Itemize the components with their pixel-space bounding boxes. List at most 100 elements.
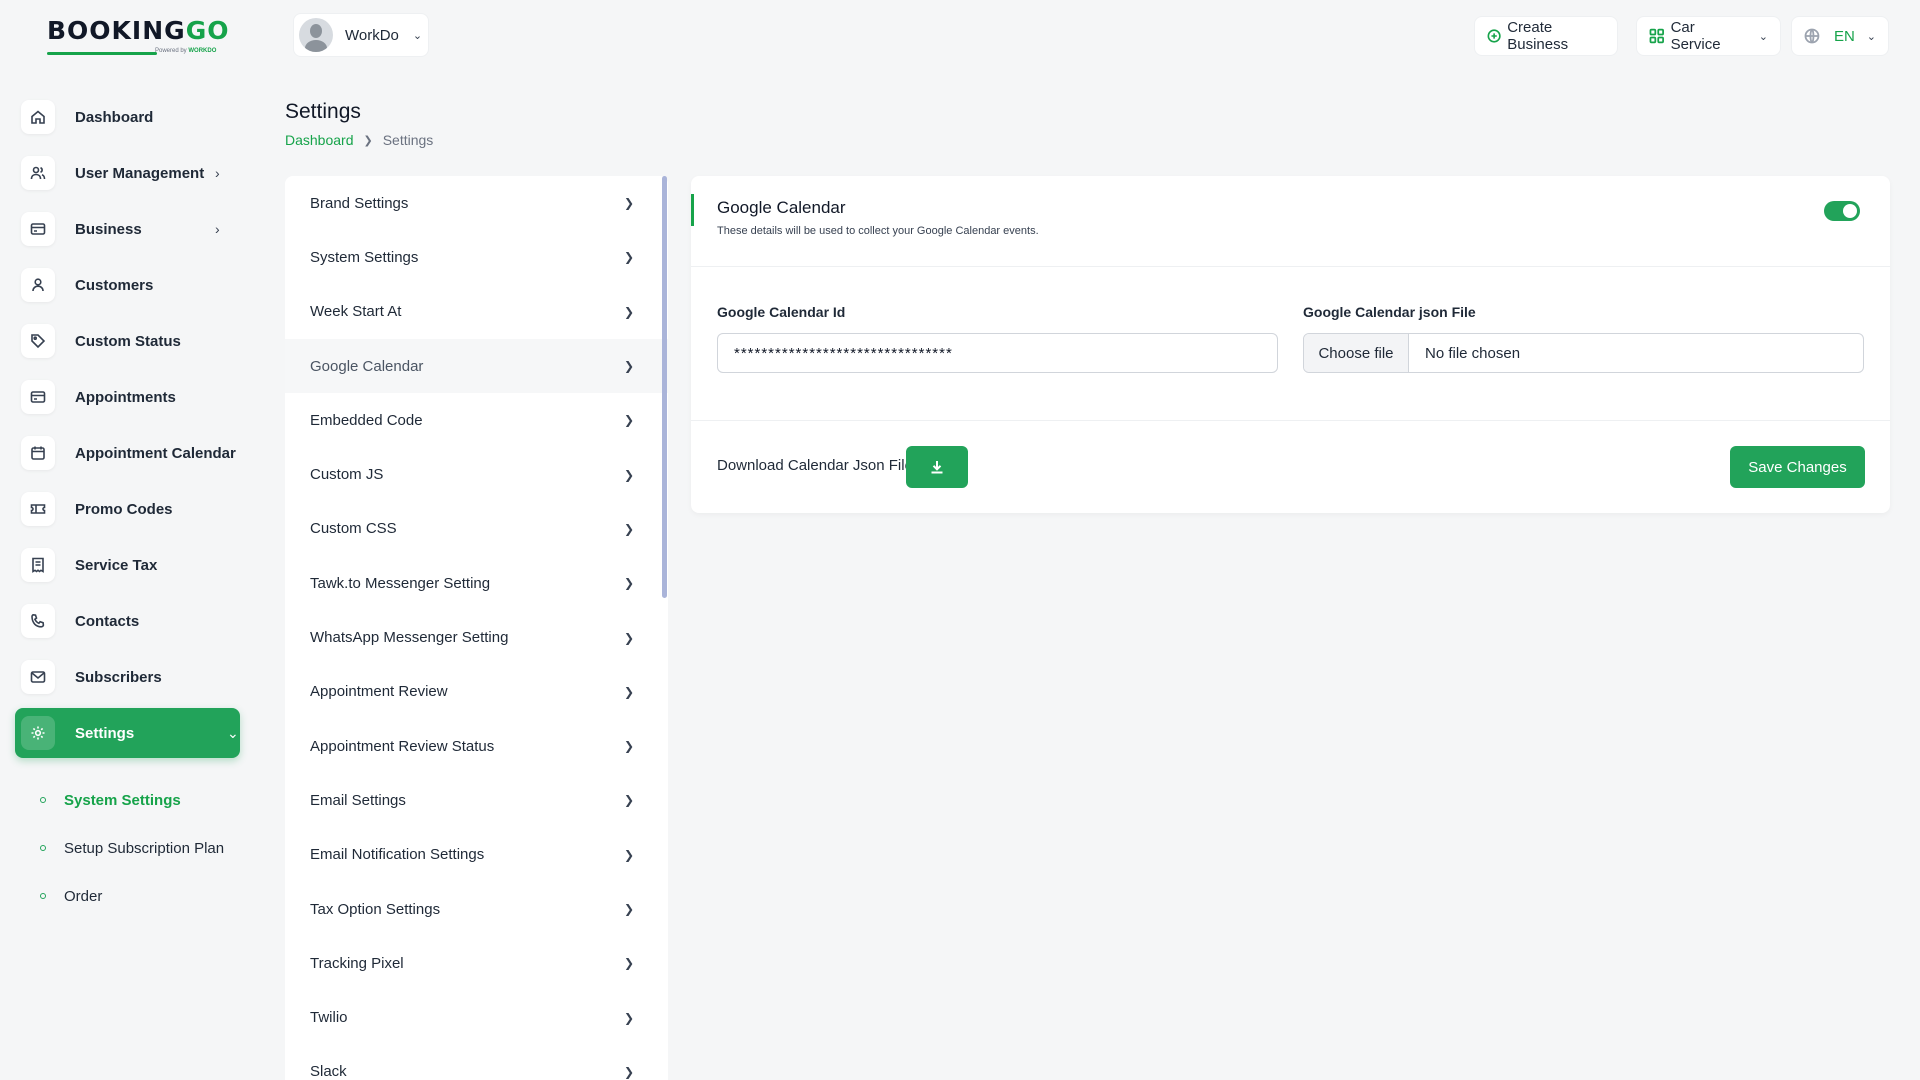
service-label: Car Service <box>1670 19 1721 53</box>
chevron-right-icon: ❯ <box>623 250 634 265</box>
brand-logo[interactable]: BOOKINGGO Powered by WORKDO <box>47 18 228 60</box>
bullet-icon <box>40 845 46 851</box>
sidebar-item-label: Customers <box>75 276 154 294</box>
calendar-json-file-input[interactable]: Choose file No file chosen <box>1303 333 1864 373</box>
sidebar-item-subscribers[interactable]: Subscribers <box>15 652 240 702</box>
sidebar-item-appointment-calendar[interactable]: Appointment Calendar <box>15 428 240 478</box>
sidebar-item-customers[interactable]: Customers <box>15 260 240 310</box>
sidebar-item-label: Custom Status <box>75 332 181 350</box>
chevron-right-icon: ❯ <box>623 576 634 591</box>
avatar <box>299 18 333 52</box>
chevron-right-icon: ❯ <box>623 793 634 808</box>
sidebar-item-label: Service Tax <box>75 556 158 574</box>
sidebar-item-label: Dashboard <box>75 108 154 126</box>
settings-menu-item-email-notification-settings[interactable]: Email Notification Settings ❯ <box>285 828 668 882</box>
breadcrumb-dashboard-link[interactable]: Dashboard <box>285 132 354 148</box>
settings-menu-item-slack[interactable]: Slack ❯ <box>285 1045 668 1080</box>
settings-menu-item-custom-js[interactable]: Custom JS ❯ <box>285 447 668 501</box>
subnav-item-setup-subscription-plan[interactable]: Setup Subscription Plan <box>38 824 224 872</box>
settings-menu-scrollbar[interactable] <box>662 176 667 598</box>
chevron-right-icon: ❯ <box>623 196 634 211</box>
sidebar-item-promo-codes[interactable]: Promo Codes <box>15 484 240 534</box>
logo-underline <box>47 52 157 55</box>
sidebar-item-settings[interactable]: Settings ⌄ <box>15 708 240 758</box>
settings-subnav: System Settings Setup Subscription Plan … <box>38 776 224 920</box>
chevron-right-icon: ❯ <box>623 630 634 645</box>
settings-menu-item-appointment-review[interactable]: Appointment Review ❯ <box>285 665 668 719</box>
settings-menu-item-week-start-at[interactable]: Week Start At ❯ <box>285 285 668 339</box>
receipt-icon <box>21 548 55 582</box>
chevron-down-icon: ⌄ <box>1758 30 1768 43</box>
settings-menu-item-custom-css[interactable]: Custom CSS ❯ <box>285 502 668 556</box>
calendar-id-input[interactable] <box>717 333 1278 373</box>
sidebar-item-contacts[interactable]: Contacts <box>15 596 240 646</box>
settings-menu-item-whatsapp-messenger[interactable]: WhatsApp Messenger Setting ❯ <box>285 610 668 664</box>
subnav-item-label: Setup Subscription Plan <box>64 839 225 857</box>
download-json-button[interactable] <box>906 446 968 488</box>
settings-menu-item-embedded-code[interactable]: Embedded Code ❯ <box>285 393 668 447</box>
create-business-button[interactable]: Create Business <box>1474 16 1618 56</box>
settings-menu-item-tax-option-settings[interactable]: Tax Option Settings ❯ <box>285 882 668 936</box>
subnav-item-system-settings[interactable]: System Settings <box>38 776 224 824</box>
google-calendar-toggle[interactable] <box>1824 201 1860 221</box>
settings-menu-item-appointment-review-status[interactable]: Appointment Review Status ❯ <box>285 719 668 773</box>
bullet-icon <box>40 797 46 803</box>
sidebar-item-service-tax[interactable]: Service Tax <box>15 540 240 590</box>
sidebar-item-business[interactable]: Business › <box>15 204 240 254</box>
tag-icon <box>21 324 55 358</box>
chevron-right-icon: ❯ <box>623 1064 634 1079</box>
gear-icon <box>21 716 55 750</box>
language-selector[interactable]: EN ⌄ <box>1791 16 1889 56</box>
ticket-icon <box>21 492 55 526</box>
save-changes-button[interactable]: Save Changes <box>1730 446 1865 488</box>
chevron-right-icon: ❯ <box>623 521 634 536</box>
service-selector[interactable]: Car Service ⌄ <box>1636 16 1781 56</box>
settings-menu-item-google-calendar[interactable]: Google Calendar ❯ <box>285 338 668 394</box>
sidebar-item-user-management[interactable]: User Management › <box>15 148 240 198</box>
sidebar-item-appointments[interactable]: Appointments <box>15 372 240 422</box>
settings-menu-item-brand-settings[interactable]: Brand Settings ❯ <box>285 176 668 230</box>
settings-menu-item-twilio[interactable]: Twilio ❯ <box>285 990 668 1044</box>
sidebar-item-label: Subscribers <box>75 668 162 686</box>
chevron-down-icon: ⌄ <box>1866 30 1876 43</box>
chevron-right-icon: › <box>215 221 220 237</box>
card-title: Google Calendar <box>717 198 846 217</box>
sidebar-item-label: User Management <box>75 164 205 182</box>
subnav-item-order[interactable]: Order <box>38 872 224 920</box>
settings-menu-item-system-settings[interactable]: System Settings ❯ <box>285 230 668 284</box>
sidebar-item-label: Appointments <box>75 388 176 406</box>
logo-tagline: Powered by WORKDO <box>155 48 217 54</box>
sidebar-item-custom-status[interactable]: Custom Status <box>15 316 240 366</box>
sidebar-item-label: Appointment Calendar <box>75 444 236 462</box>
choose-file-button[interactable]: Choose file <box>1304 334 1409 372</box>
chevron-right-icon: ❯ <box>623 956 634 971</box>
create-business-label: Create Business <box>1507 19 1569 53</box>
calendar-icon <box>21 436 55 470</box>
topbar: WorkDo ⌄ Create Business Car Service ⌄ E… <box>0 0 1920 72</box>
settings-menu-item-tracking-pixel[interactable]: Tracking Pixel ❯ <box>285 936 668 990</box>
sidebar-item-label: Business <box>75 220 142 238</box>
sidebar-nav: Dashboard User Management › Business › C… <box>15 92 240 764</box>
phone-icon <box>21 604 55 638</box>
card-subtitle: These details will be used to collect yo… <box>717 225 1039 237</box>
chevron-right-icon: ❯ <box>623 413 634 428</box>
card-accent-bar <box>691 194 694 226</box>
subnav-item-label: Order <box>64 887 103 905</box>
home-icon <box>21 100 55 134</box>
settings-menu-item-tawkto-messenger[interactable]: Tawk.to Messenger Setting ❯ <box>285 556 668 610</box>
settings-menu-item-email-settings[interactable]: Email Settings ❯ <box>285 773 668 827</box>
download-json-label: Download Calendar Json File <box>717 457 913 474</box>
google-calendar-card: Google Calendar These details will be us… <box>691 176 1890 513</box>
settings-menu: Brand Settings ❯ System Settings ❯ Week St… <box>285 176 668 1080</box>
plus-circle-icon <box>1487 29 1501 43</box>
workspace-switcher[interactable]: WorkDo ⌄ <box>293 13 429 57</box>
toggle-knob <box>1843 204 1857 218</box>
chevron-right-icon: ❯ <box>623 847 634 862</box>
sidebar-item-dashboard[interactable]: Dashboard <box>15 92 240 142</box>
language-label: EN <box>1833 27 1855 45</box>
sidebar-item-label: Promo Codes <box>75 500 173 518</box>
sidebar-item-label: Settings <box>75 724 135 742</box>
grid-icon <box>1649 28 1664 44</box>
card-icon <box>21 380 55 414</box>
page-title: Settings <box>285 100 361 123</box>
